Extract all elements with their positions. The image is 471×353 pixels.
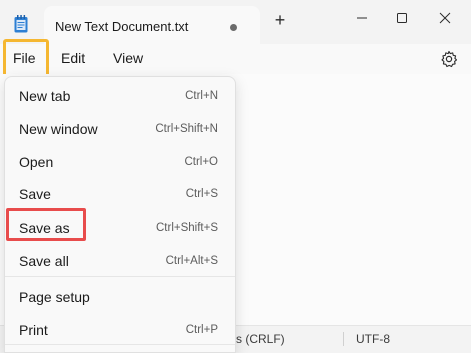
notepad-icon (14, 15, 28, 33)
menu-item-print[interactable]: Print Ctrl+P (5, 314, 235, 344)
menu-item-page-setup[interactable]: Page setup (5, 281, 235, 311)
menu-bar: File Edit View (0, 44, 471, 74)
menu-item-label: Save (19, 186, 51, 202)
gear-icon[interactable] (440, 50, 458, 68)
minimize-icon[interactable] (352, 8, 372, 28)
menu-edit[interactable]: Edit (61, 50, 85, 66)
maximize-icon[interactable] (392, 8, 412, 28)
menu-item-open[interactable]: Open Ctrl+O (5, 146, 235, 176)
tab-modified-dot-icon[interactable] (230, 24, 237, 31)
title-bar: New Text Document.txt + (0, 0, 471, 44)
menu-item-save[interactable]: Save Ctrl+S (5, 178, 235, 208)
save-as-highlight (6, 208, 86, 241)
menu-view[interactable]: View (113, 50, 143, 66)
menu-separator (5, 276, 235, 277)
menu-item-shortcut: Ctrl+Alt+S (165, 255, 218, 267)
close-icon[interactable] (435, 8, 455, 28)
menu-item-label: New window (19, 121, 98, 137)
menu-item-shortcut: Ctrl+N (185, 90, 218, 102)
new-tab-button[interactable]: + (270, 10, 290, 30)
menu-separator (5, 344, 235, 345)
status-divider (343, 332, 344, 346)
menu-item-label: Save all (19, 253, 69, 269)
menu-item-save-all[interactable]: Save all Ctrl+Alt+S (5, 245, 235, 275)
menu-item-label: New tab (19, 88, 71, 104)
menu-item-shortcut: Ctrl+P (185, 324, 218, 336)
status-line-ending[interactable]: s (CRLF) (236, 332, 285, 346)
menu-item-shortcut: Ctrl+Shift+S (156, 222, 218, 234)
menu-item-new-tab[interactable]: New tab Ctrl+N (5, 80, 235, 110)
menu-item-label: Print (19, 322, 48, 338)
document-tab[interactable]: New Text Document.txt (44, 6, 260, 44)
menu-item-shortcut: Ctrl+S (185, 188, 218, 200)
tab-title: New Text Document.txt (55, 19, 189, 34)
menu-item-label: Page setup (19, 289, 90, 305)
menu-item-shortcut: Ctrl+Shift+N (155, 123, 218, 135)
menu-item-label: Open (19, 154, 54, 170)
file-menu-highlight (3, 39, 49, 77)
menu-item-new-window[interactable]: New window Ctrl+Shift+N (5, 113, 235, 143)
menu-item-shortcut: Ctrl+O (184, 156, 218, 168)
status-encoding[interactable]: UTF-8 (356, 332, 390, 346)
